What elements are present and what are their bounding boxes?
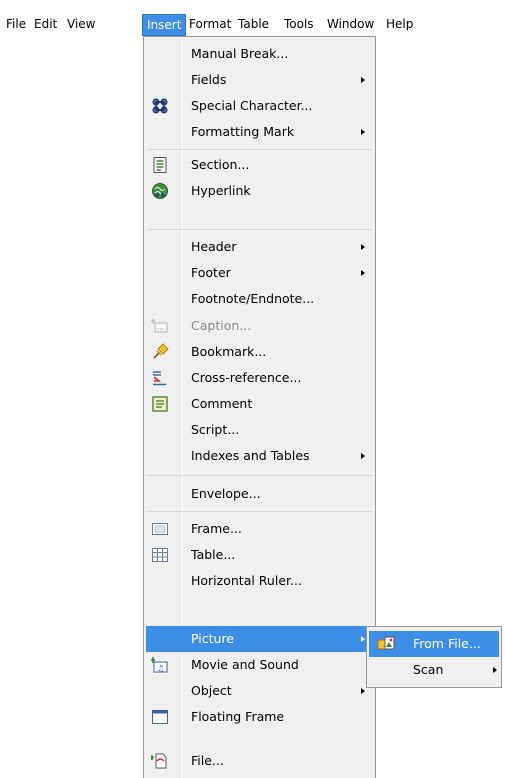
menu-item-label: Formatting Mark (191, 124, 295, 139)
submenu-item-label: From File... (413, 636, 481, 651)
caption-icon (151, 319, 168, 333)
menu-item-label: Floating Frame (191, 709, 285, 724)
menu-item-label: Frame... (191, 521, 242, 536)
menu-separator (146, 511, 373, 512)
movie-sound-icon: ♫ (151, 657, 168, 673)
menu-bar: File Edit View Insert Format Table Tools… (0, 0, 505, 39)
menu-item-label: Special Character... (191, 98, 313, 113)
table-icon (152, 548, 168, 562)
menu-item-label: Movie and Sound (191, 657, 299, 672)
cross-reference-icon (153, 371, 166, 386)
menu-window[interactable]: Window (323, 14, 378, 36)
menu-item-label: Picture (191, 631, 234, 646)
from-file-icon (377, 636, 395, 650)
submenu-arrow-icon (493, 667, 497, 673)
menu-item-label: Envelope... (191, 486, 261, 501)
menu-item-indexes-and-tables[interactable]: Indexes and Tables (146, 443, 373, 469)
floating-frame-icon (152, 710, 168, 724)
menu-separator (146, 229, 373, 230)
menu-item-label: Manual Break... (191, 46, 289, 61)
menu-item-horizontal-ruler[interactable]: Horizontal Ruler... (146, 568, 373, 594)
menu-item-special-character[interactable]: Special Character... (146, 93, 373, 119)
menu-tools[interactable]: Tools (280, 14, 318, 36)
picture-submenu: From File... Scan (366, 626, 502, 688)
menu-item-label: Footnote/Endnote... (191, 291, 315, 306)
submenu-item-label: Scan (413, 662, 444, 677)
submenu-arrow-icon (361, 270, 365, 276)
menu-item-manual-break[interactable]: Manual Break... (146, 41, 373, 67)
submenu-item-scan[interactable]: Scan (369, 657, 499, 683)
menu-help[interactable]: Help (382, 14, 417, 36)
menu-item-label: Indexes and Tables (191, 448, 310, 463)
menu-item-label: Hyperlink (191, 183, 251, 198)
menu-separator (146, 475, 373, 476)
menu-item-movie-and-sound[interactable]: ♫ Movie and Sound (146, 652, 373, 678)
menu-item-label: Footer (191, 265, 231, 280)
menu-item-label: Cross-reference... (191, 370, 302, 385)
menu-file[interactable]: File (2, 14, 30, 36)
menu-item-table[interactable]: Table... (146, 542, 373, 568)
menu-format[interactable]: Format (185, 14, 235, 36)
section-icon (153, 157, 167, 173)
menu-item-header[interactable]: Header (146, 234, 373, 260)
submenu-arrow-icon (361, 244, 365, 250)
menu-item-label: Bookmark... (191, 344, 267, 359)
menu-item-formatting-mark[interactable]: Formatting Mark (146, 119, 373, 145)
menu-item-label: Horizontal Ruler... (191, 573, 302, 588)
menu-item-envelope[interactable]: Envelope... (146, 481, 373, 507)
menu-item-label: Script... (191, 422, 240, 437)
submenu-arrow-icon (361, 129, 365, 135)
menu-item-label: Section... (191, 157, 250, 172)
menu-item-label: Table... (191, 547, 236, 562)
menu-item-label: Comment (191, 396, 253, 411)
menu-view[interactable]: View (63, 14, 99, 36)
submenu-arrow-icon (361, 453, 365, 459)
menu-item-footer[interactable]: Footer (146, 260, 373, 286)
menu-item-label: Fields (191, 72, 227, 87)
menu-item-frame[interactable]: Frame... (146, 516, 373, 542)
menu-item-floating-frame[interactable]: Floating Frame (146, 704, 373, 730)
menu-item-section[interactable]: Section... (146, 152, 373, 178)
menu-item-label: Header (191, 239, 237, 254)
bookmark-icon (153, 343, 169, 359)
submenu-arrow-icon (361, 636, 365, 642)
menu-item-bookmark[interactable]: Bookmark... (146, 339, 373, 365)
svg-text:♫: ♫ (157, 664, 164, 673)
submenu-arrow-icon (361, 688, 365, 694)
menu-separator (146, 149, 373, 150)
menu-item-script[interactable]: Script... (146, 417, 373, 443)
menu-item-footnote-endnote[interactable]: Footnote/Endnote... (146, 286, 373, 312)
submenu-arrow-icon (361, 77, 365, 83)
insert-menu-dropdown: Manual Break... Fields Special Character… (143, 36, 376, 778)
menu-item-picture[interactable]: Picture (146, 626, 373, 652)
menu-item-hyperlink[interactable]: Hyperlink (146, 178, 373, 204)
menu-item-caption[interactable]: Caption... (146, 313, 373, 339)
menu-item-fields[interactable]: Fields (146, 67, 373, 93)
menu-item-label: Object (191, 683, 232, 698)
hyperlink-icon (152, 183, 168, 199)
special-character-icon (152, 98, 168, 114)
menu-item-label: Caption... (191, 318, 252, 333)
menu-item-cross-reference[interactable]: Cross-reference... (146, 365, 373, 391)
menu-item-object[interactable]: Object (146, 678, 373, 704)
file-icon (151, 753, 167, 769)
menu-table[interactable]: Table (234, 14, 273, 36)
menu-insert[interactable]: Insert (142, 14, 187, 36)
comment-icon (152, 396, 168, 412)
menu-item-file[interactable]: File... (146, 748, 373, 774)
menu-item-comment[interactable]: Comment (146, 391, 373, 417)
submenu-item-from-file[interactable]: From File... (369, 631, 499, 657)
frame-icon (152, 523, 168, 535)
menu-item-label: File... (191, 753, 224, 768)
menu-edit[interactable]: Edit (30, 14, 61, 36)
